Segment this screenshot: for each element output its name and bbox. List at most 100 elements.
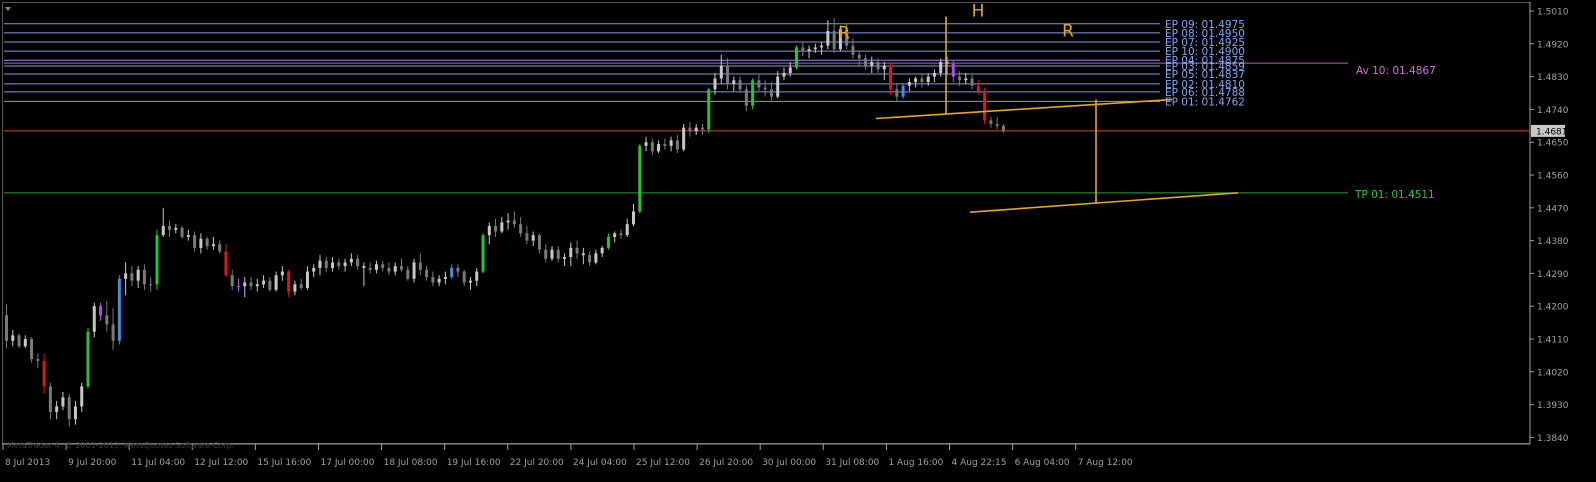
candle-body <box>199 238 203 248</box>
candle <box>889 62 893 95</box>
candle-body <box>719 65 723 79</box>
candle <box>180 226 184 239</box>
candle-body <box>412 262 416 279</box>
candle <box>23 335 27 349</box>
candle-body <box>738 80 742 90</box>
candle-body <box>425 269 429 278</box>
candle-body <box>744 89 748 106</box>
x-tick-label: 6 Aug 04:00 <box>1015 458 1070 468</box>
candle-body <box>406 269 410 279</box>
candle <box>964 72 968 84</box>
candle <box>550 246 554 261</box>
candle <box>412 258 416 283</box>
candle <box>262 275 266 288</box>
candle <box>130 266 134 287</box>
candle-body <box>349 258 353 263</box>
candle-body <box>707 89 711 130</box>
candle-body <box>1001 125 1005 131</box>
candle-body <box>694 127 698 132</box>
candle-body <box>174 227 178 230</box>
candle-body <box>312 267 316 272</box>
candle <box>563 253 567 267</box>
candle-body <box>870 62 874 66</box>
chart-menu-icon[interactable] <box>5 7 11 11</box>
candle-body <box>763 87 767 90</box>
candle-body <box>537 235 541 250</box>
candle-body <box>932 72 936 77</box>
candle <box>776 71 780 99</box>
pattern-label: R <box>1062 22 1074 42</box>
candle <box>882 62 886 81</box>
candle-body <box>550 249 554 259</box>
candle-body <box>851 45 855 55</box>
x-tick-label: 1 Aug 16:00 <box>888 458 943 468</box>
candle <box>224 244 228 278</box>
y-tick-label: 1.4290 <box>1537 270 1569 280</box>
candle <box>243 277 247 298</box>
candle <box>111 308 115 350</box>
candle-body <box>462 271 466 283</box>
candle-body <box>619 233 623 236</box>
x-tick-label: 4 Aug 22:15 <box>952 458 1007 468</box>
candle <box>732 76 736 92</box>
candle-body <box>544 249 548 259</box>
candle-body <box>826 31 830 46</box>
candle <box>55 400 59 420</box>
candle-body <box>362 266 366 268</box>
candle-body <box>556 249 560 259</box>
candle-body <box>136 269 140 281</box>
candle <box>142 264 146 290</box>
candle-body <box>92 306 96 332</box>
candle-body <box>995 123 999 126</box>
candle-body <box>726 65 730 84</box>
x-tick-label: 30 Jul 00:00 <box>762 458 816 468</box>
candle <box>519 216 523 237</box>
candle <box>976 80 980 95</box>
candle-body <box>124 273 128 279</box>
candle <box>437 275 441 287</box>
candle-body <box>80 386 84 407</box>
candle-body <box>989 120 993 124</box>
candle-body <box>964 78 968 81</box>
candle <box>17 333 21 349</box>
candle-body <box>86 331 90 387</box>
candle <box>36 353 40 369</box>
candle-body <box>205 238 209 247</box>
candle-body <box>732 80 736 84</box>
candle-body <box>506 220 510 223</box>
candle-body <box>939 62 943 73</box>
candle-body <box>17 335 21 347</box>
candle <box>744 85 748 112</box>
candle <box>581 247 585 265</box>
y-tick-label: 1.4380 <box>1537 237 1569 247</box>
candle <box>406 266 410 281</box>
price-chart[interactable]: RHR EP 09: 01.4975 EP 08: 01.4950 EP 07: 0… <box>0 0 1596 478</box>
candle-body <box>117 278 121 341</box>
candle-body <box>625 224 629 236</box>
y-tick-label: 1.4830 <box>1537 73 1569 83</box>
candle-body <box>569 247 573 257</box>
candle-body <box>857 54 861 59</box>
y-tick-label: 1.4470 <box>1537 204 1569 214</box>
candle <box>305 266 309 290</box>
candle <box>644 136 648 152</box>
candle <box>5 304 8 349</box>
candle-body <box>387 267 391 272</box>
y-tick-label: 1.4200 <box>1537 303 1569 313</box>
candle <box>211 236 215 250</box>
take-profit-label: TP 01: 01.4511 <box>1354 189 1435 201</box>
candle-body <box>907 82 911 86</box>
candle-body <box>337 262 341 267</box>
plot-frame <box>2 2 1531 444</box>
copyright-text: MetaTrader 4, © 2001-2013, MetaQuotes So… <box>7 441 234 450</box>
candle-body <box>168 226 172 230</box>
candle <box>105 300 109 332</box>
candle <box>149 277 153 292</box>
candle-body <box>55 406 59 412</box>
x-tick-label: 11 Jul 04:00 <box>131 458 185 468</box>
candle <box>769 82 773 101</box>
y-tick-label: 1.3840 <box>1537 434 1569 444</box>
candle <box>155 229 159 290</box>
candle <box>124 262 128 296</box>
chart-canvas[interactable]: RHR EP 09: 01.4975EP 08: 01.4950EP 07: 0… <box>0 0 1596 478</box>
